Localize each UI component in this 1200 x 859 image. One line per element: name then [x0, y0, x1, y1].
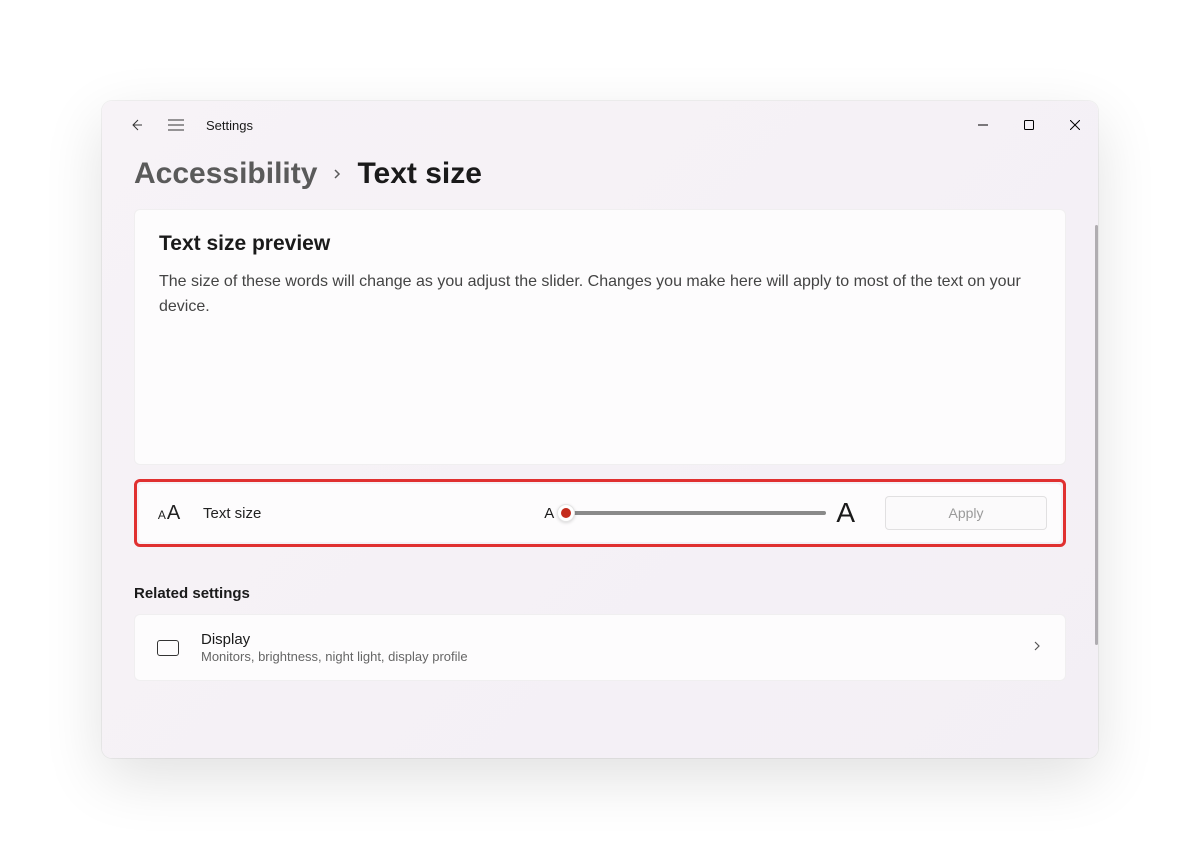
highlight-annotation: AA Text size A A Apply [134, 479, 1066, 547]
preview-body: The size of these words will change as y… [159, 270, 1041, 320]
related-title: Display [201, 631, 468, 648]
maximize-button[interactable] [1006, 109, 1052, 141]
breadcrumb: Accessibility Text size [102, 149, 1098, 209]
window-controls [960, 109, 1098, 141]
text-size-slider[interactable] [564, 511, 826, 515]
text-size-icon: AA [153, 502, 185, 525]
breadcrumb-parent[interactable]: Accessibility [134, 157, 317, 191]
titlebar: Settings [102, 101, 1098, 149]
related-subtitle: Monitors, brightness, night light, displ… [201, 649, 468, 664]
slider-group: A A [544, 497, 855, 529]
content-area: Text size preview The size of these word… [102, 209, 1098, 758]
scale-max-label: A [836, 497, 855, 529]
menu-button[interactable] [156, 105, 196, 145]
back-button[interactable] [116, 105, 156, 145]
scale-min-label: A [544, 505, 554, 522]
related-display-row[interactable]: Display Monitors, brightness, night ligh… [134, 614, 1066, 681]
text-size-label: Text size [203, 505, 261, 522]
related-settings-heading: Related settings [134, 585, 1066, 602]
arrow-left-icon [128, 117, 144, 133]
close-icon [1070, 120, 1080, 130]
chevron-right-icon [1031, 639, 1043, 657]
maximize-icon [1024, 120, 1034, 130]
chevron-right-icon [331, 164, 343, 185]
window-title: Settings [206, 118, 253, 133]
minimize-button[interactable] [960, 109, 1006, 141]
text-size-row: AA Text size A A Apply [139, 484, 1061, 542]
breadcrumb-current: Text size [357, 157, 482, 191]
hamburger-icon [168, 119, 184, 131]
slider-thumb[interactable] [557, 504, 575, 522]
related-text: Display Monitors, brightness, night ligh… [201, 631, 468, 664]
display-icon [157, 640, 179, 656]
close-button[interactable] [1052, 109, 1098, 141]
preview-heading: Text size preview [159, 232, 1041, 256]
preview-card: Text size preview The size of these word… [134, 209, 1066, 465]
apply-button[interactable]: Apply [885, 496, 1047, 530]
minimize-icon [978, 120, 988, 130]
scrollbar[interactable] [1095, 225, 1098, 645]
settings-window: Settings Accessibility Text size Text si… [102, 101, 1098, 758]
